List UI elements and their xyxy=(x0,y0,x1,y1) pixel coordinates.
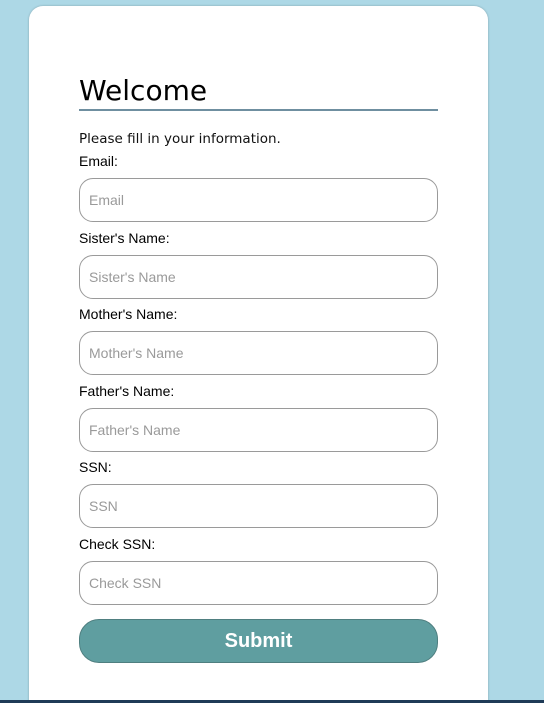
email-label: Email: xyxy=(79,153,118,169)
page-title: Welcome xyxy=(79,72,438,111)
mother-name-label: Mother's Name: xyxy=(79,306,178,322)
form-instructions: Please fill in your information. xyxy=(79,131,281,147)
father-name-label: Father's Name: xyxy=(79,383,175,399)
ssn-label: SSN: xyxy=(79,459,112,475)
father-name-input[interactable] xyxy=(79,408,438,452)
check-ssn-input[interactable] xyxy=(79,561,438,605)
ssn-input[interactable] xyxy=(79,484,438,528)
check-ssn-label: Check SSN: xyxy=(79,536,156,552)
sister-name-label: Sister's Name: xyxy=(79,230,170,246)
form-card: Welcome Please fill in your information.… xyxy=(29,6,488,703)
submit-button[interactable]: Submit xyxy=(79,619,438,663)
email-input[interactable] xyxy=(79,178,438,222)
sister-name-input[interactable] xyxy=(79,255,438,299)
mother-name-input[interactable] xyxy=(79,331,438,375)
